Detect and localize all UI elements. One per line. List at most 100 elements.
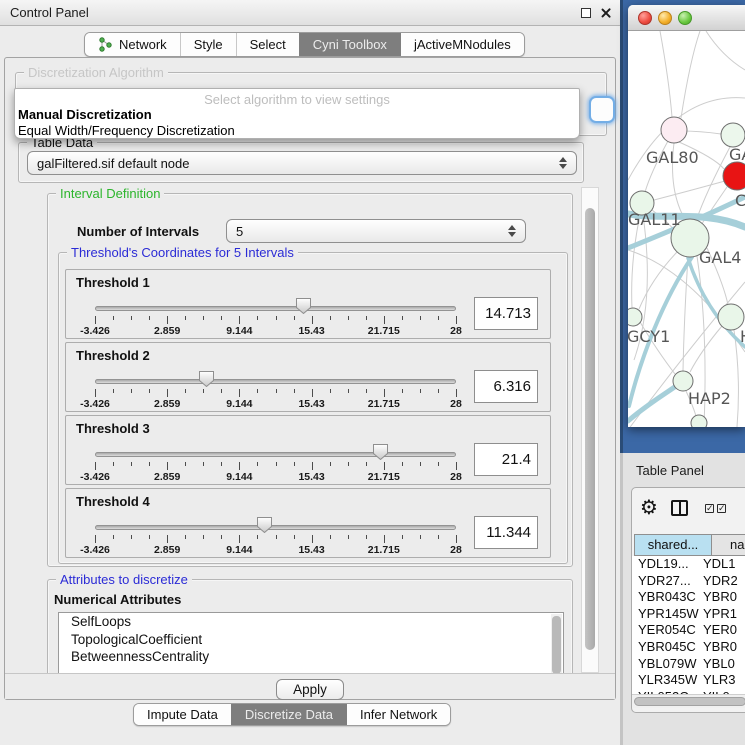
tick-mark xyxy=(294,316,295,320)
table-row[interactable]: YBL079WYBL0 xyxy=(632,656,745,673)
tick-mark xyxy=(95,389,96,397)
network-node[interactable] xyxy=(673,371,693,391)
tick-label: 15.43 xyxy=(298,325,324,337)
table-row[interactable]: YER054CYER0 xyxy=(632,622,745,639)
threshold-slider-thumb[interactable] xyxy=(373,444,388,460)
checkbox-icon[interactable]: ✓ xyxy=(705,504,714,513)
tab-select[interactable]: Select xyxy=(236,33,299,56)
network-node[interactable] xyxy=(723,162,745,190)
table-panel-region: Table Panel ⚙ ✓ ✓ shared... na YDL19...Y… xyxy=(620,453,745,745)
vertical-scrollbar-thumb[interactable] xyxy=(585,208,595,650)
threshold-slider-track[interactable] xyxy=(95,306,456,311)
tick-mark xyxy=(438,389,439,393)
tab-label: Discretize Data xyxy=(245,707,333,722)
tick-mark xyxy=(203,316,204,320)
horizontal-scrollbar-thumb[interactable] xyxy=(634,697,745,706)
tick-label: 21.715 xyxy=(368,471,400,483)
tick-mark xyxy=(167,316,168,324)
column-header-name[interactable]: na xyxy=(712,534,745,556)
tab-infer-network[interactable]: Infer Network xyxy=(346,704,450,725)
table-row[interactable]: YLR345W YLR3 xyxy=(632,672,745,689)
table-row[interactable]: YBR043CYBR0 xyxy=(632,589,745,606)
apply-button[interactable]: Apply xyxy=(276,679,344,700)
tick-label: 15.43 xyxy=(298,544,324,556)
algorithm-combobox-focused[interactable] xyxy=(589,96,615,123)
threshold-slider-track[interactable] xyxy=(95,379,456,384)
network-node[interactable] xyxy=(661,117,687,143)
tick-mark xyxy=(131,316,132,320)
threshold-label: Threshold 4 xyxy=(76,494,150,509)
interval-definition-legend: Interval Definition xyxy=(56,187,164,201)
threshold-value-field[interactable]: 14.713 xyxy=(474,297,538,330)
threshold-slider-thumb[interactable] xyxy=(199,371,214,387)
discretization-algorithm-legend: Discretization Algorithm xyxy=(24,65,168,80)
tick-mark xyxy=(203,462,204,466)
network-node[interactable] xyxy=(721,123,745,147)
attributes-legend: Attributes to discretize xyxy=(56,572,192,587)
network-node[interactable] xyxy=(691,415,707,427)
table-data-combobox[interactable]: galFiltered.sif default node xyxy=(27,151,577,175)
tick-mark xyxy=(113,316,114,320)
table-row[interactable]: YBR045CYBR0 xyxy=(632,639,745,656)
tab-jactivemnodules[interactable]: jActiveMNodules xyxy=(400,33,524,56)
threshold-value-field[interactable]: 11.344 xyxy=(474,516,538,549)
threshold-slider-thumb[interactable] xyxy=(296,298,311,314)
tab-style[interactable]: Style xyxy=(180,33,236,56)
cell-shared-name: YLR345W xyxy=(638,672,697,689)
column-header-shared[interactable]: shared... xyxy=(634,534,712,556)
vertical-scrollbar[interactable] xyxy=(581,187,599,673)
tab-network[interactable]: Network xyxy=(85,33,180,56)
tick-mark xyxy=(312,535,313,543)
tab-impute-data[interactable]: Impute Data xyxy=(134,704,231,725)
network-view-window[interactable]: GAL80GACGAL11GAL4GCY1HHAP2 xyxy=(628,5,745,427)
close-icon[interactable] xyxy=(600,7,612,19)
minimize-traffic-light-icon[interactable] xyxy=(658,11,672,25)
cell-name: YLR3 xyxy=(703,672,736,689)
tab-label: Style xyxy=(194,37,223,52)
attribute-list-item[interactable]: BetweennessCentrality xyxy=(59,648,563,666)
tick-mark xyxy=(95,535,96,543)
attribute-list-item[interactable]: TopologicalCoefficient xyxy=(59,631,563,649)
network-window-titlebar[interactable] xyxy=(628,5,745,31)
tick-mark xyxy=(239,316,240,324)
threshold-value-field[interactable]: 6.316 xyxy=(474,370,538,403)
algorithm-option-manual[interactable]: Manual Discretization xyxy=(15,107,579,123)
threshold-slider-track[interactable] xyxy=(95,452,456,457)
attributes-list-scrollbar[interactable] xyxy=(551,614,562,673)
zoom-traffic-light-icon[interactable] xyxy=(678,11,692,25)
columns-icon[interactable] xyxy=(671,500,688,516)
tick-mark xyxy=(239,535,240,543)
tab-discretize-data[interactable]: Discretize Data xyxy=(231,704,346,725)
network-graph[interactable]: GAL80GACGAL11GAL4GCY1HHAP2 xyxy=(628,31,745,427)
table-row[interactable]: YPR145WYPR1 xyxy=(632,606,745,623)
thresholds-fieldset: Threshold's Coordinates for 5 Intervals … xyxy=(58,252,568,564)
cell-shared-name: YER054C xyxy=(638,622,696,639)
tick-mark xyxy=(294,535,295,539)
tick-mark xyxy=(456,389,457,397)
network-node[interactable] xyxy=(628,308,642,326)
table-data-fieldset: Table Data galFiltered.sif default node xyxy=(18,142,584,183)
threshold-slider-thumb[interactable] xyxy=(257,517,272,533)
tick-mark xyxy=(185,316,186,320)
checkbox-icon[interactable]: ✓ xyxy=(717,504,726,513)
algorithm-option-equal-width[interactable]: Equal Width/Frequency Discretization xyxy=(15,123,579,139)
table-row[interactable]: YDL19...YDL1 xyxy=(632,556,745,573)
horizontal-scrollbar[interactable] xyxy=(632,694,745,708)
control-panel: Control Panel Network Style SelectCyni Too… xyxy=(0,0,620,745)
table-row[interactable]: YDR27...YDR2 xyxy=(632,573,745,590)
tick-mark xyxy=(149,389,150,393)
cell-shared-name: YDL19... xyxy=(638,556,689,573)
close-traffic-light-icon[interactable] xyxy=(638,11,652,25)
number-of-intervals-combobox[interactable]: 5 xyxy=(226,219,526,243)
float-icon[interactable] xyxy=(581,8,591,18)
threshold-slider-track[interactable] xyxy=(95,525,456,530)
attribute-list-item[interactable]: SelfLoops xyxy=(59,613,563,631)
threshold-value-field[interactable]: 21.4 xyxy=(474,443,538,476)
tick-label: 28 xyxy=(450,471,462,483)
gear-icon[interactable]: ⚙ xyxy=(640,497,658,517)
control-panel-titlebar: Control Panel xyxy=(0,0,620,26)
algorithm-dropdown-popup: Select algorithm to view settings Manual… xyxy=(14,88,580,139)
tick-mark xyxy=(95,462,96,470)
network-node-label: C xyxy=(735,191,745,210)
tab-cyni-toolbox[interactable]: Cyni Toolbox xyxy=(299,33,400,56)
